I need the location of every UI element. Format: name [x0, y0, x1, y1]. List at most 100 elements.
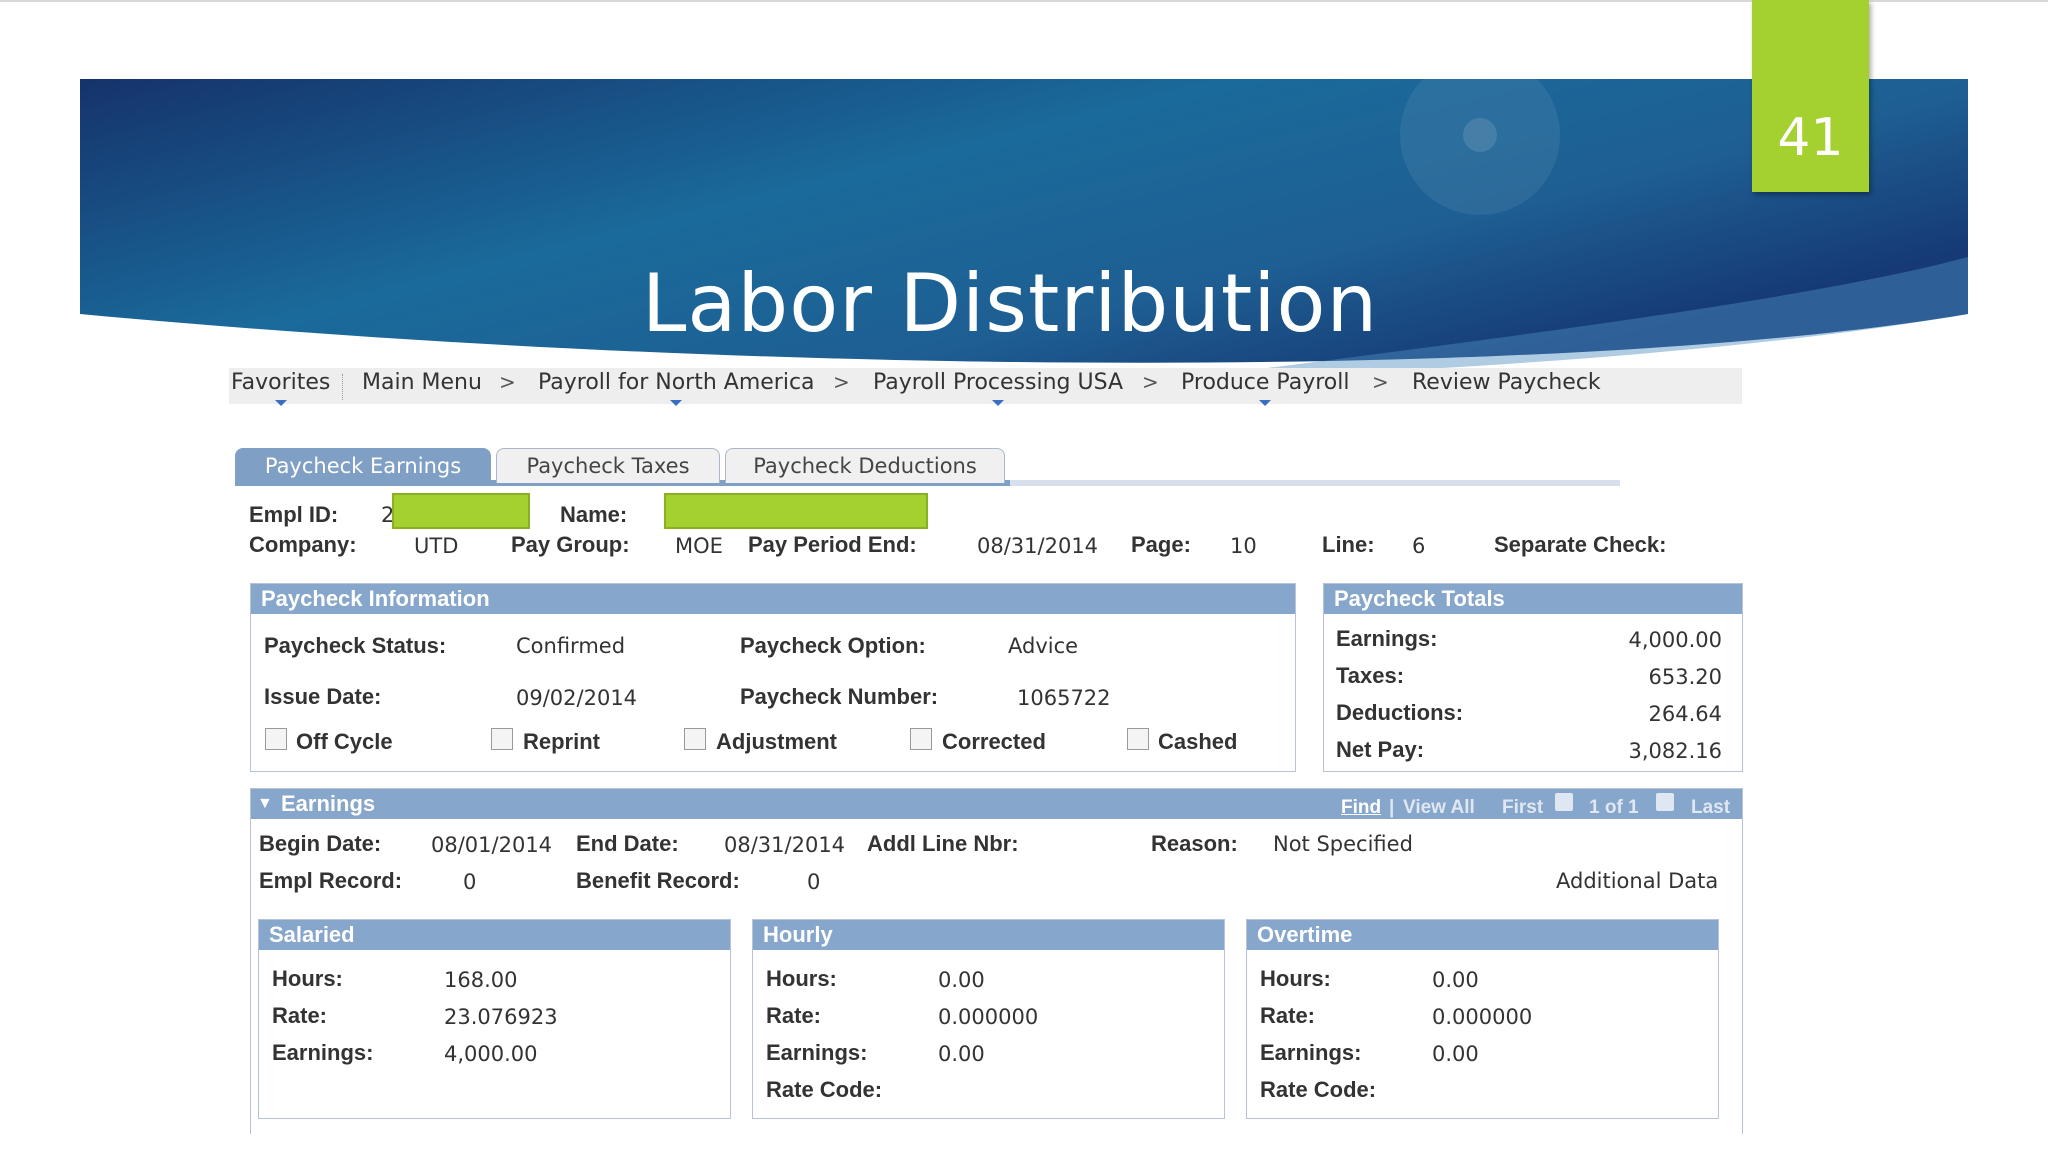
- panel-header: Overtime: [1247, 920, 1718, 950]
- totals-taxes-label: Taxes:: [1336, 663, 1405, 688]
- end-date-value: 08/31/2014: [724, 833, 846, 857]
- panel-header: Salaried: [259, 920, 730, 950]
- salaried-earnings-value: 4,000.00: [444, 1042, 538, 1066]
- paycheck-status-label: Paycheck Status:: [264, 633, 447, 658]
- next-arrow-icon[interactable]: [1656, 793, 1674, 811]
- salaried-panel: Salaried Hours: 168.00 Rate: 23.076923 E…: [258, 919, 731, 1119]
- breadcrumb-separator: >: [499, 370, 516, 394]
- slide-number: 41: [1777, 108, 1844, 168]
- totals-net-pay-label: Net Pay:: [1336, 737, 1425, 762]
- hourly-rate-label: Rate:: [766, 1003, 822, 1028]
- hourly-hours-value: 0.00: [938, 968, 985, 992]
- paycheck-option-label: Paycheck Option:: [740, 633, 926, 658]
- last-link[interactable]: Last: [1691, 793, 1730, 823]
- panel-header: Paycheck Information: [251, 584, 1295, 614]
- paycheck-information-panel: Paycheck Information Paycheck Status: Co…: [250, 583, 1296, 772]
- totals-deductions-value: 264.64: [1648, 702, 1722, 726]
- breadcrumb-payroll-north-america[interactable]: Payroll for North America: [538, 370, 815, 406]
- hourly-rate-code-label: Rate Code:: [766, 1077, 883, 1102]
- overtime-rate-label: Rate:: [1260, 1003, 1316, 1028]
- breadcrumb: Favorites Main Menu > Payroll for North …: [229, 368, 1742, 406]
- breadcrumb-separator: >: [1142, 370, 1159, 394]
- paycheck-option-value: Advice: [1008, 634, 1079, 658]
- page-label: Page:: [1131, 532, 1191, 557]
- title-banner: Labor Distribution: [80, 79, 1968, 379]
- overtime-rate-code-label: Rate Code:: [1260, 1077, 1377, 1102]
- panel-header: Hourly: [753, 920, 1224, 950]
- overtime-rate-value: 0.000000: [1432, 1005, 1533, 1029]
- salaried-hours-label: Hours:: [272, 966, 343, 991]
- pay-period-end-value: 08/31/2014: [977, 534, 1099, 558]
- empl-record-value: 0: [463, 870, 477, 894]
- breadcrumb-separator: >: [1372, 370, 1389, 394]
- salaried-rate-value: 23.076923: [444, 1005, 558, 1029]
- overtime-earnings-label: Earnings:: [1260, 1040, 1362, 1065]
- hourly-hours-label: Hours:: [766, 966, 837, 991]
- breadcrumb-separator: >: [833, 370, 850, 394]
- salaried-rate-label: Rate:: [272, 1003, 328, 1028]
- adjustment-label: Adjustment: [716, 729, 837, 754]
- pay-group-value: MOE: [675, 534, 723, 558]
- cashed-label: Cashed: [1158, 729, 1238, 754]
- reprint-checkbox[interactable]: [491, 728, 513, 750]
- paycheck-number-value: 1065722: [1017, 686, 1111, 710]
- empl-record-label: Empl Record:: [259, 868, 403, 893]
- breadcrumb-payroll-processing-usa[interactable]: Payroll Processing USA: [873, 370, 1123, 406]
- view-all-link[interactable]: View All: [1403, 793, 1475, 823]
- line-label: Line:: [1322, 532, 1375, 557]
- cashed-checkbox[interactable]: [1127, 728, 1149, 750]
- breadcrumb-review-paycheck[interactable]: Review Paycheck: [1412, 370, 1601, 395]
- row-position: 1 of 1: [1589, 797, 1639, 818]
- first-link[interactable]: First: [1502, 793, 1543, 823]
- tab-paycheck-deductions[interactable]: Paycheck Deductions: [725, 448, 1005, 483]
- additional-data-link[interactable]: Additional Data: [1556, 869, 1718, 893]
- off-cycle-checkbox[interactable]: [265, 728, 287, 750]
- breadcrumb-favorites[interactable]: Favorites: [231, 370, 330, 406]
- corrected-label: Corrected: [942, 729, 1046, 754]
- salaried-earnings-label: Earnings:: [272, 1040, 374, 1065]
- reprint-label: Reprint: [523, 729, 600, 754]
- redaction-block: [664, 493, 928, 529]
- begin-date-label: Begin Date:: [259, 831, 382, 856]
- chevron-down-icon: [670, 400, 683, 406]
- find-link[interactable]: Find: [1341, 793, 1381, 823]
- chevron-down-icon: [1259, 400, 1272, 406]
- totals-deductions-label: Deductions:: [1336, 700, 1464, 725]
- separate-check-label: Separate Check:: [1494, 532, 1667, 557]
- hourly-earnings-label: Earnings:: [766, 1040, 868, 1065]
- earnings-header: ▼ Earnings Find | View All First 1 of 1 …: [251, 789, 1742, 819]
- breadcrumb-produce-payroll[interactable]: Produce Payroll: [1181, 370, 1349, 406]
- adjustment-checkbox[interactable]: [684, 728, 706, 750]
- totals-net-pay-value: 3,082.16: [1628, 739, 1722, 763]
- end-date-label: End Date:: [576, 831, 679, 856]
- pay-group-label: Pay Group:: [511, 532, 630, 557]
- off-cycle-label: Off Cycle: [296, 729, 393, 754]
- collapse-triangle-icon[interactable]: ▼: [257, 789, 273, 819]
- tab-paycheck-taxes[interactable]: Paycheck Taxes: [496, 448, 720, 483]
- begin-date-value: 08/01/2014: [431, 833, 553, 857]
- totals-earnings-value: 4,000.00: [1628, 628, 1722, 652]
- slide-title: Labor Distribution: [641, 257, 1379, 350]
- corrected-checkbox[interactable]: [910, 728, 932, 750]
- reason-value: Not Specified: [1273, 832, 1413, 856]
- tab-paycheck-earnings[interactable]: Paycheck Earnings: [235, 448, 491, 483]
- hourly-panel: Hourly Hours: 0.00 Rate: 0.000000 Earnin…: [752, 919, 1225, 1119]
- company-label: Company:: [249, 532, 357, 557]
- issue-date-value: 09/02/2014: [516, 686, 638, 710]
- hourly-rate-value: 0.000000: [938, 1005, 1039, 1029]
- breadcrumb-main-menu[interactable]: Main Menu: [362, 370, 482, 395]
- previous-arrow-icon[interactable]: [1555, 793, 1573, 811]
- benefit-record-label: Benefit Record:: [576, 868, 740, 893]
- nav-separator: |: [1389, 797, 1395, 818]
- chevron-down-icon: [992, 400, 1004, 406]
- top-border: [0, 0, 2048, 2]
- earnings-panel: ▼ Earnings Find | View All First 1 of 1 …: [250, 788, 1743, 1134]
- overtime-hours-value: 0.00: [1432, 968, 1479, 992]
- slide-number-badge: 41: [1752, 0, 1869, 192]
- paycheck-number-label: Paycheck Number:: [740, 684, 939, 709]
- pay-period-end-label: Pay Period End:: [748, 532, 917, 557]
- hourly-earnings-value: 0.00: [938, 1042, 985, 1066]
- panel-header: Paycheck Totals: [1324, 584, 1742, 614]
- addl-line-nbr-label: Addl Line Nbr:: [867, 831, 1019, 856]
- name-label: Name:: [560, 502, 628, 527]
